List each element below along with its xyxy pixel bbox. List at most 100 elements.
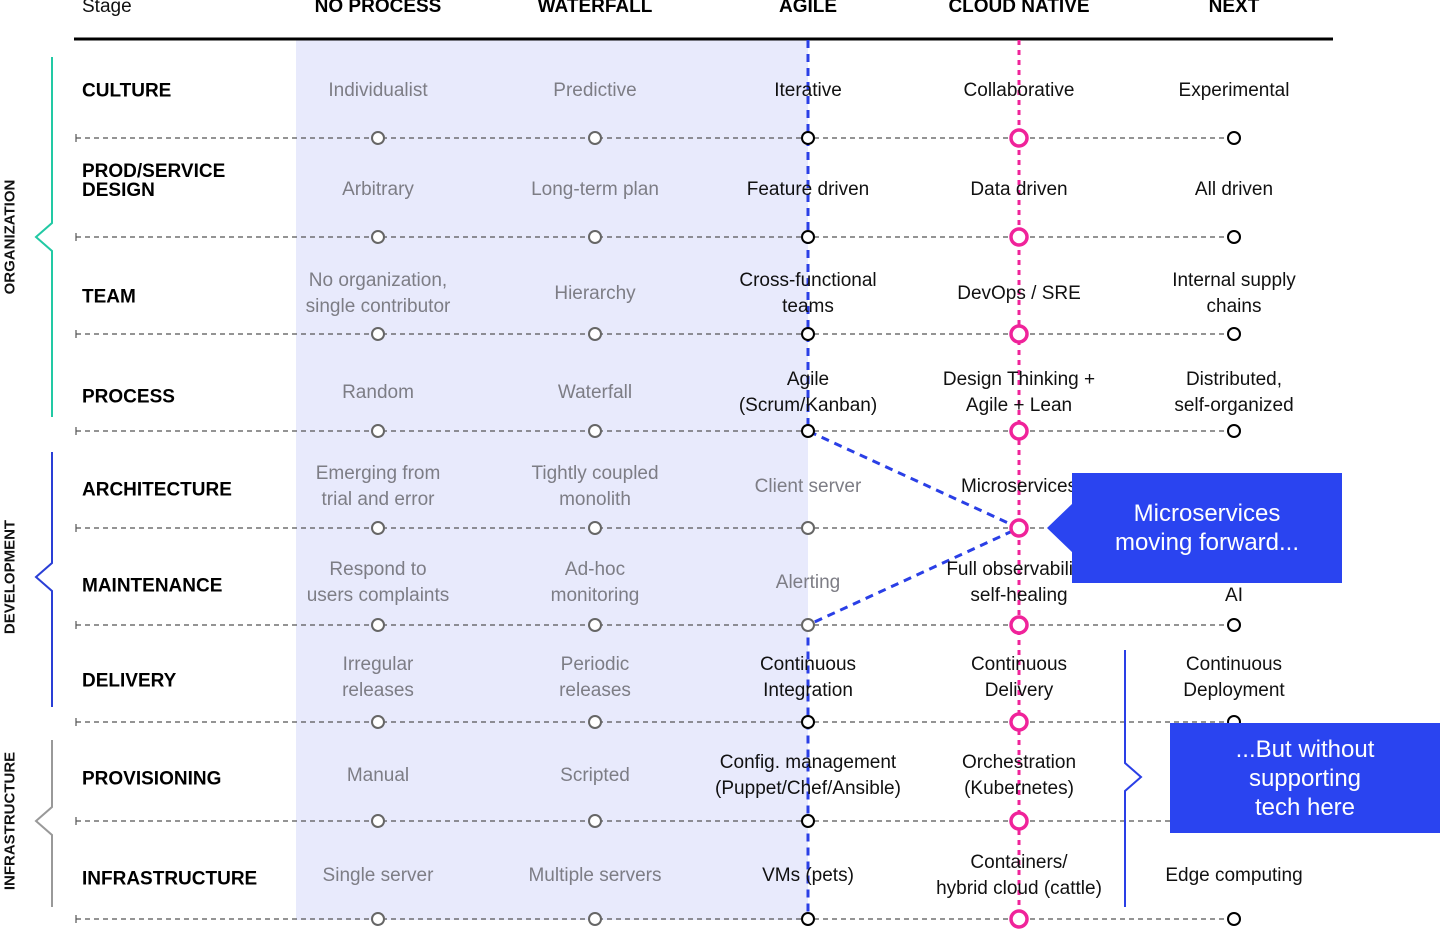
stage-cell: Client server — [755, 474, 862, 500]
cell-line: Experimental — [1178, 80, 1290, 101]
stage-cell: Containers/hybrid cloud (cattle) — [936, 850, 1102, 902]
cell-line: Hierarchy — [554, 283, 636, 304]
stage-node — [588, 618, 602, 632]
cell-line: Config. management — [719, 752, 897, 773]
cell-line: Respond to — [329, 559, 427, 580]
stage-node — [588, 521, 602, 535]
group-bracket — [34, 740, 53, 907]
cell-line: Edge computing — [1165, 865, 1303, 886]
cell-line: Alerting — [775, 572, 841, 593]
cloud-native-node — [1009, 909, 1029, 929]
stage-cell: DevOps / SRE — [957, 281, 1081, 307]
cell-line: monolith — [559, 489, 631, 510]
cell-line: monitoring — [550, 585, 640, 606]
cloud-native-node — [1009, 421, 1029, 441]
row-label-line: INFRASTRUCTURE — [82, 868, 258, 890]
cell-line: self-organized — [1174, 395, 1294, 416]
row-label-line: DESIGN — [82, 180, 155, 201]
stage-header: Stage — [82, 0, 132, 17]
column-header: NEXT — [1208, 0, 1260, 17]
stage-cell: Continuous Integration — [760, 652, 856, 704]
stage-cell: Internal supply chains — [1172, 268, 1296, 320]
row-label: TEAM — [82, 288, 136, 307]
cell-line: Emerging from — [315, 463, 441, 484]
cell-line: self-healing — [970, 585, 1068, 606]
callout-box: Microservices moving forward... — [1072, 473, 1342, 583]
cell-line: Periodic — [560, 654, 630, 675]
column-header: WATERFALL — [537, 0, 653, 17]
cell-line: Continuous — [1185, 654, 1283, 675]
stage-cell: Tightly coupled monolith — [531, 461, 658, 513]
stage-cell: Microservices — [961, 474, 1077, 500]
stage-node — [371, 327, 385, 341]
stage-cell: Respond to users complaints — [307, 557, 450, 609]
stage-node — [801, 131, 815, 145]
cell-line: Tightly coupled — [531, 463, 659, 484]
stage-cell: Irregular releases — [342, 652, 414, 704]
row-label-line: PROD/SERVICE — [82, 161, 226, 182]
row-label: PROVISIONING — [82, 770, 221, 789]
cell-line: Orchestration — [961, 752, 1077, 773]
stage-node — [371, 521, 385, 535]
cell-line: Continuous — [759, 654, 857, 675]
cell-line: All driven — [1194, 179, 1274, 200]
stage-cell: Emerging from trial and error — [316, 461, 441, 513]
stage-cell: Full observability, self-healing — [946, 557, 1091, 609]
cell-line: chains — [1206, 296, 1262, 317]
stage-node — [1227, 230, 1241, 244]
stage-cell: Arbitrary — [342, 177, 414, 203]
cell-line: hybrid cloud (cattle) — [936, 878, 1102, 899]
cell-line: Internal supply — [1172, 270, 1296, 291]
cell-line: Iterative — [774, 80, 842, 101]
stage-node — [1227, 618, 1241, 632]
cell-line: Design Thinking + — [942, 369, 1096, 390]
column-header: AGILE — [778, 0, 838, 17]
stage-node — [801, 814, 815, 828]
group-label: ORGANIZATION — [1, 179, 19, 295]
row-label-line: DELIVERY — [82, 670, 177, 692]
stage-cell: Config. management (Puppet/Chef/Ansible) — [715, 750, 901, 802]
stage-node — [588, 424, 602, 438]
cell-line: Irregular — [342, 654, 414, 675]
cell-line: Long-term plan — [531, 179, 659, 200]
column-header: NO PROCESS — [314, 0, 442, 17]
cell-line: Full observability, — [946, 559, 1092, 580]
cell-line: Waterfall — [557, 382, 633, 403]
stage-node — [588, 131, 602, 145]
stage-node — [371, 618, 385, 632]
stage-cell: Hierarchy — [554, 281, 635, 307]
cell-line: Microservices — [960, 476, 1078, 497]
cloud-native-node — [1009, 518, 1029, 538]
cell-line: Agile — [786, 369, 830, 390]
cell-line: Deployment — [1183, 680, 1285, 701]
stage-cell: Long-term plan — [531, 177, 659, 203]
row-label-line: PROVISIONING — [82, 768, 222, 790]
stage-cell: Cross-functional teams — [739, 268, 876, 320]
cell-line: Distributed, — [1185, 369, 1283, 390]
stage-cell: Iterative — [774, 78, 842, 104]
row-label: CULTURE — [82, 82, 171, 101]
row-label-line: CULTURE — [82, 80, 172, 102]
row-label-line: ARCHITECTURE — [82, 479, 232, 501]
stage-node — [801, 912, 815, 926]
cell-line: trial and error — [321, 489, 435, 510]
stage-node — [1227, 912, 1241, 926]
callout-pointer — [1047, 503, 1073, 553]
cell-line: Feature driven — [746, 179, 870, 200]
column-header: CLOUD NATIVE — [948, 0, 1090, 17]
stage-cell: Distributed, self-organized — [1174, 367, 1293, 419]
stage-cell: Alerting — [776, 570, 840, 596]
stage-node — [371, 912, 385, 926]
row-label: ARCHITECTURE — [82, 481, 232, 500]
stage-cell: Single server — [323, 863, 434, 889]
stage-node — [801, 715, 815, 729]
cell-line: Arbitrary — [342, 179, 414, 200]
row-label-line: MAINTENANCE — [82, 575, 223, 597]
stage-node — [371, 424, 385, 438]
stage-cell: Continuous Deployment — [1183, 652, 1284, 704]
cell-line: DevOps / SRE — [957, 283, 1081, 304]
cell-line: Collaborative — [963, 80, 1075, 101]
stage-cell: Random — [342, 380, 414, 406]
cloud-native-node — [1009, 811, 1029, 831]
stage-node — [588, 230, 602, 244]
